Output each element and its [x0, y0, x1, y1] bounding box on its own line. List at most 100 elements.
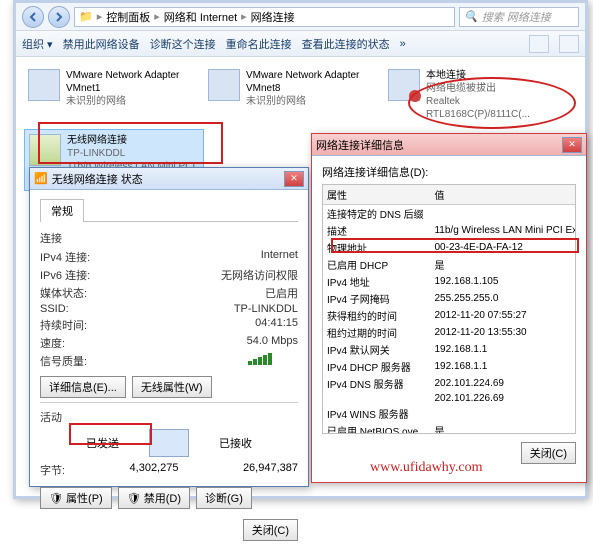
- prop-value: 54.0 Mbps: [247, 335, 298, 351]
- details-button[interactable]: 详细信息(E)...: [40, 376, 126, 398]
- signal-bars-icon: [248, 353, 298, 365]
- help-icon[interactable]: [559, 35, 579, 53]
- nav-bar: 📁 ▸ 控制面板 ▸ 网络和 Internet ▸ 网络连接 🔍 搜索 网络连接: [16, 3, 585, 31]
- prop-value: 无网络访问权限: [221, 267, 298, 283]
- activity-icon: [149, 429, 189, 457]
- search-input[interactable]: 🔍 搜索 网络连接: [459, 7, 579, 27]
- dialog-title: 无线网络连接 状态: [52, 171, 284, 187]
- table-row[interactable]: 已启用 DHCP是: [323, 256, 576, 273]
- disable-device[interactable]: 禁用此网络设备: [63, 36, 140, 52]
- tab-general[interactable]: 常规: [40, 199, 84, 222]
- table-row[interactable]: 描述11b/g Wireless LAN Mini PCI Ex: [323, 222, 576, 239]
- prop-value: 是: [430, 422, 576, 434]
- diagnose-conn[interactable]: 诊断这个连接: [150, 36, 216, 52]
- prop-name: 已启用 DHCP: [323, 256, 430, 273]
- prop-name: IPv4 DNS 服务器: [323, 375, 430, 392]
- prop-name: 租约过期的时间: [323, 324, 430, 341]
- prop-value: [430, 205, 576, 223]
- table-row[interactable]: IPv4 地址192.168.1.105: [323, 273, 576, 290]
- adapter-icon: [28, 69, 60, 101]
- table-row[interactable]: 202.101.226.69: [323, 392, 576, 405]
- prop-value: Internet: [261, 249, 298, 265]
- diagnose-button[interactable]: 诊断(G): [196, 487, 252, 509]
- received-label: 已接收: [219, 435, 252, 451]
- close-button[interactable]: 关闭(C): [243, 519, 298, 541]
- adapter-vmnet8[interactable]: VMware Network Adapter VMnet8未识别的网络: [204, 65, 364, 125]
- prop-name: IPv4 WINS 服务器: [323, 405, 430, 422]
- prop-label: 速度:: [40, 335, 65, 351]
- prop-name: IPv4 地址: [323, 273, 430, 290]
- wifi-icon: 📶: [34, 172, 48, 185]
- sent-label: 已发送: [86, 435, 119, 451]
- prop-value: 11b/g Wireless LAN Mini PCI Ex: [430, 222, 576, 239]
- prop-value: 2012-11-20 07:55:27: [430, 307, 576, 324]
- address-bar[interactable]: 📁 ▸ 控制面板 ▸ 网络和 Internet ▸ 网络连接: [74, 7, 455, 27]
- disable-button[interactable]: 🛡 禁用(D): [118, 487, 190, 509]
- table-row[interactable]: IPv4 WINS 服务器: [323, 405, 576, 422]
- prop-label: 持续时间:: [40, 317, 87, 333]
- watermark: www.ufidawhy.com: [370, 460, 483, 476]
- more-menu[interactable]: »: [400, 38, 406, 50]
- col-value: 值: [430, 185, 576, 205]
- dialog-title: 网络连接详细信息: [316, 137, 562, 153]
- heading: 网络连接详细信息(D):: [322, 164, 576, 180]
- view-icon[interactable]: [529, 35, 549, 53]
- prop-value: 192.168.1.1: [430, 341, 576, 358]
- status-dialog: 📶 无线网络连接 状态 ✕ 常规 连接 IPv4 连接: Internet IPv6…: [29, 167, 309, 487]
- view-status[interactable]: 查看此连接的状态: [302, 36, 390, 52]
- adapter-local[interactable]: 本地连接网络电缆被拔出Realtek RTL8168C(P)/8111C(...: [384, 65, 544, 125]
- back-button[interactable]: [22, 6, 44, 28]
- wifi-icon: [29, 134, 61, 166]
- table-row[interactable]: 物理地址00-23-4E-DA-FA-12: [323, 239, 576, 256]
- signal-label: 信号质量:: [40, 353, 87, 369]
- folder-icon: 📁: [79, 10, 93, 23]
- sent-value: 4,302,275: [65, 462, 243, 478]
- table-row[interactable]: 租约过期的时间2012-11-20 13:55:30: [323, 324, 576, 341]
- details-table: 属性值 连接特定的 DNS 后缀描述11b/g Wireless LAN Min…: [323, 185, 576, 434]
- prop-value: TP-LINKDDL: [234, 303, 298, 315]
- prop-label: IPv4 连接:: [40, 249, 90, 265]
- wireless-props-button[interactable]: 无线属性(W): [132, 376, 212, 398]
- prop-value: 2012-11-20 13:55:30: [430, 324, 576, 341]
- table-row[interactable]: IPv4 默认网关192.168.1.1: [323, 341, 576, 358]
- rename-conn[interactable]: 重命名此连接: [226, 36, 292, 52]
- table-row[interactable]: IPv4 DNS 服务器202.101.224.69: [323, 375, 576, 392]
- prop-value: [430, 405, 576, 422]
- table-row[interactable]: 获得租约的时间2012-11-20 07:55:27: [323, 307, 576, 324]
- prop-label: IPv6 连接:: [40, 267, 90, 283]
- recv-value: 26,947,387: [243, 462, 298, 478]
- organize-menu[interactable]: 组织 ▾: [22, 36, 53, 52]
- section-connection: 连接: [40, 230, 298, 246]
- titlebar: 网络连接详细信息 ✕: [312, 134, 586, 156]
- prop-name: 获得租约的时间: [323, 307, 430, 324]
- adapter-vmnet1[interactable]: VMware Network Adapter VMnet1未识别的网络: [24, 65, 184, 125]
- forward-button[interactable]: [48, 6, 70, 28]
- prop-name: 物理地址: [323, 239, 430, 256]
- breadcrumb[interactable]: 控制面板: [106, 9, 150, 25]
- prop-value: 00-23-4E-DA-FA-12: [430, 239, 576, 256]
- table-row[interactable]: 已启用 NetBIOS ove...是: [323, 422, 576, 434]
- prop-value: 是: [430, 256, 576, 273]
- prop-value: 04:41:15: [255, 317, 298, 333]
- table-row[interactable]: 连接特定的 DNS 后缀: [323, 205, 576, 223]
- breadcrumb[interactable]: 网络和 Internet: [164, 9, 237, 25]
- close-button[interactable]: 关闭(C): [521, 442, 576, 464]
- details-dialog: 网络连接详细信息 ✕ 网络连接详细信息(D): 属性值 连接特定的 DNS 后缀…: [311, 133, 587, 483]
- breadcrumb[interactable]: 网络连接: [251, 9, 295, 25]
- adapter-icon: [388, 69, 420, 101]
- prop-value: 255.255.255.0: [430, 290, 576, 307]
- prop-label: 媒体状态:: [40, 285, 87, 301]
- table-row[interactable]: IPv4 子网掩码255.255.255.0: [323, 290, 576, 307]
- prop-value: 已启用: [265, 285, 298, 301]
- prop-name: 描述: [323, 222, 430, 239]
- properties-button[interactable]: 🛡 属性(P): [40, 487, 112, 509]
- titlebar: 📶 无线网络连接 状态 ✕: [30, 168, 308, 190]
- close-button[interactable]: ✕: [284, 171, 304, 187]
- section-activity: 活动: [40, 409, 298, 425]
- close-button[interactable]: ✕: [562, 137, 582, 153]
- prop-value: 202.101.224.69: [430, 375, 576, 392]
- prop-value: 192.168.1.105: [430, 273, 576, 290]
- bytes-label: 字节:: [40, 462, 65, 478]
- prop-value: 192.168.1.1: [430, 358, 576, 375]
- table-row[interactable]: IPv4 DHCP 服务器192.168.1.1: [323, 358, 576, 375]
